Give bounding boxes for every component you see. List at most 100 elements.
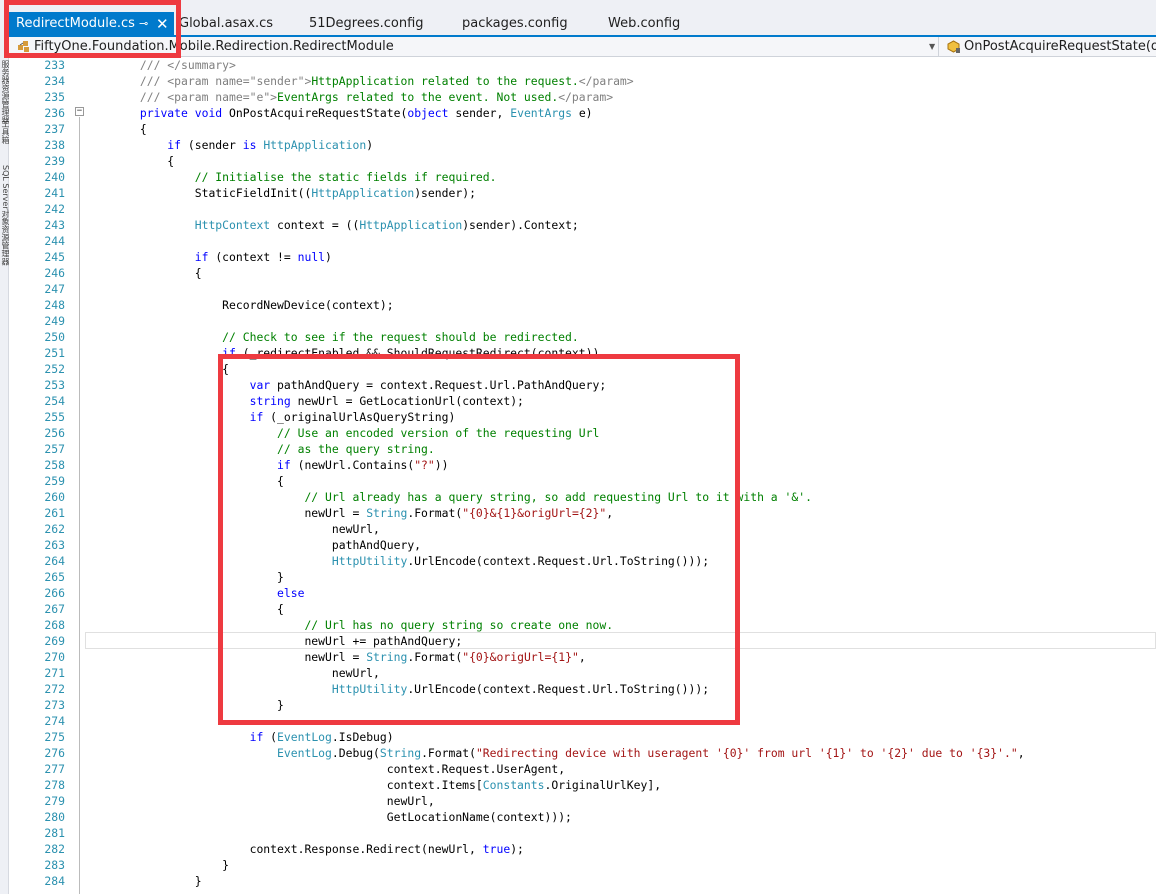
chevron-down-icon[interactable]: ▼	[929, 37, 935, 56]
code-line[interactable]: 245 if (context != null)	[9, 249, 1156, 265]
tab-51degrees-config[interactable]: 51Degrees.config	[309, 12, 424, 36]
line-number: 274	[44, 714, 65, 728]
line-number: 277	[44, 762, 65, 776]
code-line[interactable]: 249	[9, 313, 1156, 329]
code-line[interactable]: 248 RecordNewDevice(context);	[9, 297, 1156, 313]
code-text: /// <param name="e">EventArgs related to…	[139, 90, 614, 104]
line-number: 255	[44, 410, 65, 424]
code-text: if (EventLog.IsDebug)	[249, 730, 394, 744]
line-number: 273	[44, 698, 65, 712]
line-number: 249	[44, 314, 65, 328]
code-line[interactable]: 282 context.Response.Redirect(newUrl, tr…	[9, 841, 1156, 857]
code-text: // Initialise the static fields if requi…	[194, 170, 497, 184]
server-explorer-tab[interactable]: 服务器资源管理器	[0, 60, 10, 124]
code-line[interactable]: 233 /// </summary>	[9, 57, 1156, 73]
line-number: 275	[44, 730, 65, 744]
line-number: 276	[44, 746, 65, 760]
code-line[interactable]: 242	[9, 201, 1156, 217]
line-number: 268	[44, 618, 65, 632]
line-number: 279	[44, 794, 65, 808]
tab-global-asax-cs[interactable]: Global.asax.cs	[179, 12, 273, 36]
annotation-highlight-tab	[4, 0, 181, 58]
code-line[interactable]: 276 EventLog.Debug(String.Format("Redire…	[9, 745, 1156, 761]
tab-web-config[interactable]: Web.config	[608, 12, 680, 36]
line-number: 251	[44, 346, 65, 360]
code-text: private void OnPostAcquireRequestState(o…	[139, 106, 593, 120]
code-text: }	[222, 858, 230, 872]
line-number: 272	[44, 682, 65, 696]
left-tool-strip: 服务器资源管理器 工具箱 SQL Server对象资源管理器	[0, 0, 10, 894]
line-number: 235	[44, 90, 65, 104]
line-number: 245	[44, 250, 65, 264]
line-number: 252	[44, 362, 65, 376]
member-dropdown[interactable]: OnPostAcquireRequestState(object	[942, 37, 1156, 56]
code-text: EventLog.Debug(String.Format("Redirectin…	[277, 746, 1025, 760]
code-line[interactable]: 247	[9, 281, 1156, 297]
code-line[interactable]: 246 {	[9, 265, 1156, 281]
line-number: 271	[44, 666, 65, 680]
line-number: 234	[44, 74, 65, 88]
code-line[interactable]: 283 }	[9, 857, 1156, 873]
line-number: 233	[44, 58, 65, 72]
code-line[interactable]: 244	[9, 233, 1156, 249]
line-number: 257	[44, 442, 65, 456]
code-line[interactable]: 275 if (EventLog.IsDebug)	[9, 729, 1156, 745]
code-line[interactable]: 240 // Initialise the static fields if r…	[9, 169, 1156, 185]
code-text: RecordNewDevice(context);	[222, 298, 394, 312]
line-number: 262	[44, 522, 65, 536]
code-line[interactable]: 278 context.Items[Constants.OriginalUrlK…	[9, 777, 1156, 793]
line-number: 283	[44, 858, 65, 872]
line-number: 244	[44, 234, 65, 248]
toolbox-tab[interactable]: 工具箱	[0, 120, 10, 144]
line-number: 248	[44, 298, 65, 312]
tab-packages-config[interactable]: packages.config	[462, 12, 568, 36]
line-number: 253	[44, 378, 65, 392]
annotation-highlight-code	[218, 354, 740, 725]
line-number: 267	[44, 602, 65, 616]
line-number: 269	[44, 634, 65, 648]
code-line[interactable]: 235 /// <param name="e">EventArgs relate…	[9, 89, 1156, 105]
code-text: // Check to see if the request should be…	[222, 330, 579, 344]
code-text: /// <param name="sender">HttpApplication…	[139, 74, 634, 88]
code-text: newUrl,	[386, 794, 435, 808]
line-number: 266	[44, 586, 65, 600]
code-line[interactable]: 236 private void OnPostAcquireRequestSta…	[9, 105, 1156, 121]
code-text: HttpContext context = ((HttpApplication)…	[194, 218, 579, 232]
line-number: 261	[44, 506, 65, 520]
member-name: OnPostAcquireRequestState(object	[964, 39, 1156, 54]
tab-label: packages.config	[462, 16, 568, 31]
code-line[interactable]: 280 GetLocationName(context)));	[9, 809, 1156, 825]
code-line[interactable]: 284 }	[9, 873, 1156, 889]
code-line[interactable]: 277 context.Request.UserAgent,	[9, 761, 1156, 777]
code-line[interactable]: 243 HttpContext context = ((HttpApplicat…	[9, 217, 1156, 233]
line-number: 259	[44, 474, 65, 488]
line-number: 243	[44, 218, 65, 232]
line-number: 270	[44, 650, 65, 664]
tab-label: Global.asax.cs	[179, 16, 274, 31]
line-number: 236	[44, 106, 65, 120]
code-text: context.Request.UserAgent,	[386, 762, 566, 776]
line-number: 281	[44, 826, 65, 840]
code-line[interactable]: 241 StaticFieldInit((HttpApplication)sen…	[9, 185, 1156, 201]
sql-explorer-tab[interactable]: SQL Server对象资源管理器	[0, 165, 10, 266]
line-number: 241	[44, 186, 65, 200]
code-text: }	[194, 874, 202, 888]
code-text: {	[139, 122, 147, 136]
code-line[interactable]: 238 if (sender is HttpApplication)	[9, 137, 1156, 153]
line-number: 246	[44, 266, 65, 280]
line-number: 282	[44, 842, 65, 856]
line-number: 284	[44, 874, 65, 888]
line-number: 256	[44, 426, 65, 440]
code-line[interactable]: 239 {	[9, 153, 1156, 169]
code-line[interactable]: 234 /// <param name="sender">HttpApplica…	[9, 73, 1156, 89]
code-text: {	[222, 362, 230, 376]
tab-label: Web.config	[608, 16, 681, 31]
line-number: 265	[44, 570, 65, 584]
line-number: 258	[44, 458, 65, 472]
code-line[interactable]: 250 // Check to see if the request shoul…	[9, 329, 1156, 345]
line-number: 280	[44, 810, 65, 824]
line-number: 237	[44, 122, 65, 136]
code-line[interactable]: 281	[9, 825, 1156, 841]
code-line[interactable]: 279 newUrl,	[9, 793, 1156, 809]
code-line[interactable]: 237 {	[9, 121, 1156, 137]
